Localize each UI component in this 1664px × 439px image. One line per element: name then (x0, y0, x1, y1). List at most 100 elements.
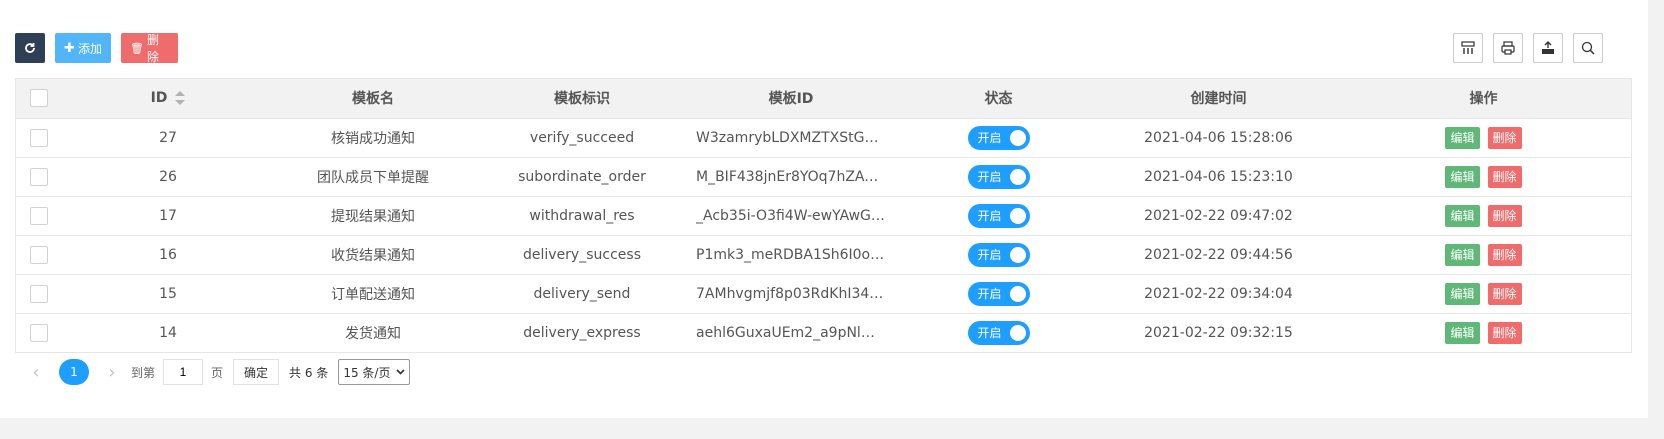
edit-button[interactable]: 编辑 (1445, 165, 1480, 188)
trash-icon: 🗑 (130, 41, 144, 55)
cell-key: delivery_success (478, 235, 686, 275)
cell-template-id: P1mk3_meRDBA1Sh6I0oM... (686, 235, 896, 275)
refresh-button[interactable] (15, 33, 45, 63)
status-toggle-label: 开启 (977, 170, 1002, 184)
cell-name: 收货结果通知 (268, 235, 478, 275)
status-toggle[interactable]: 开启 (967, 125, 1030, 150)
columns-filter-button[interactable] (1453, 33, 1483, 63)
status-toggle-label: 开启 (977, 326, 1002, 341)
cell-name: 团队成员下单提醒 (268, 157, 478, 197)
table-header-row: ID 模板名 模板标识 模板ID 状态 创建时间 操作 (16, 79, 1631, 119)
status-toggle[interactable]: 开启 (967, 164, 1030, 189)
row-checkbox[interactable] (30, 206, 48, 225)
status-toggle-label: 开启 (977, 287, 1002, 301)
cell-id: 14 (159, 324, 177, 341)
cell-actions: 编辑 删除 (1336, 313, 1631, 352)
page-unit-label: 页 (211, 365, 224, 380)
export-button[interactable] (1533, 33, 1563, 63)
edit-button[interactable]: 编辑 (1445, 321, 1480, 344)
edit-button[interactable]: 编辑 (1445, 126, 1480, 149)
plus-icon: ✚ (64, 40, 75, 56)
search-button[interactable] (1573, 33, 1603, 63)
cell-created: 2021-02-22 09:44:56 (1101, 235, 1336, 275)
prev-page-icon[interactable]: ‹ (25, 362, 47, 383)
cell-status: 开启 (896, 118, 1101, 158)
cell-id: 15 (68, 274, 268, 314)
edit-button[interactable]: 编辑 (1445, 204, 1480, 227)
goto-confirm-button[interactable]: 确定 (233, 359, 280, 385)
row-checkbox[interactable] (30, 245, 48, 264)
row-delete-button[interactable]: 删除 (1487, 282, 1522, 305)
goto-page-input[interactable] (163, 359, 204, 385)
select-all-checkbox[interactable] (30, 89, 48, 108)
toggle-knob (1009, 207, 1026, 224)
page-size-select[interactable]: 15 条/页 (338, 359, 411, 385)
row-select-cell (16, 313, 68, 352)
row-checkbox[interactable] (30, 128, 48, 147)
table-tools (1453, 33, 1603, 63)
cell-status: 开启 (896, 235, 1101, 275)
cell-key: delivery_send (478, 274, 686, 314)
row-select-cell (16, 235, 68, 275)
status-toggle-label: 开启 (977, 209, 1002, 223)
table-row: 14 发货通知 delivery_express aehl6GuxaUEm2_a… (16, 313, 1631, 352)
cell-name: 发货通知 (345, 325, 401, 342)
row-checkbox[interactable] (30, 284, 48, 303)
main-panel: ✚ 添加 🗑 删除 ID 模板名 模板标识 模板ID 状态 创建时间 操作 27… (0, 0, 1648, 418)
cell-actions: 编辑 删除 (1336, 196, 1631, 236)
status-toggle-label: 开启 (977, 131, 1002, 145)
cell-id: 17 (68, 196, 268, 236)
cell-status: 开启 (896, 157, 1101, 197)
cell-id: 16 (68, 235, 268, 275)
status-toggle-label: 开启 (977, 248, 1002, 262)
cell-actions: 编辑 删除 (1336, 274, 1631, 314)
print-button[interactable] (1493, 33, 1523, 63)
toggle-knob (1009, 285, 1026, 302)
template-id-text: P1mk3_meRDBA1Sh6I0oM... (696, 246, 886, 263)
status-toggle[interactable]: 开启 (967, 320, 1030, 345)
row-delete-button[interactable]: 删除 (1487, 243, 1522, 266)
refresh-icon (25, 43, 35, 53)
page-size-value: 15 条/页 (343, 365, 391, 380)
table-row: 27 核销成功通知 verify_succeed W3zamrybLDXMZTX… (16, 118, 1631, 158)
cell-created: 2021-04-06 15:23:10 (1101, 157, 1336, 197)
status-toggle[interactable]: 开启 (967, 281, 1030, 306)
cell-key: delivery_express (523, 324, 641, 341)
cell-name: 订单配送通知 (268, 274, 478, 314)
row-delete-button[interactable]: 删除 (1487, 165, 1522, 188)
row-select-cell (16, 157, 68, 197)
header-key: 模板标识 (478, 79, 686, 119)
next-page-icon[interactable]: › (101, 362, 123, 383)
print-icon (1501, 41, 1515, 55)
row-delete-button[interactable]: 删除 (1487, 204, 1522, 227)
cell-created: 2021-02-22 09:47:02 (1101, 196, 1336, 236)
current-page[interactable]: 1 (59, 359, 89, 385)
table-row: 26 团队成员下单提醒 subordinate_order M_BIF438jn… (16, 157, 1631, 197)
row-delete-button[interactable]: 删除 (1487, 321, 1522, 344)
cell-name: 提现结果通知 (268, 196, 478, 236)
search-icon (1581, 41, 1595, 55)
template-id-text: aehl6GuxaUEm2_a9pNlmS... (696, 324, 886, 341)
header-id[interactable]: ID (68, 79, 268, 119)
edit-button[interactable]: 编辑 (1445, 243, 1480, 266)
goto-label: 到第 (131, 365, 156, 380)
status-toggle[interactable]: 开启 (967, 242, 1030, 267)
status-toggle[interactable]: 开启 (967, 203, 1030, 228)
edit-button[interactable]: 编辑 (1445, 282, 1480, 305)
delete-button[interactable]: 🗑 删除 (121, 33, 178, 64)
toolbar: ✚ 添加 🗑 删除 (15, 33, 178, 64)
toggle-knob (1009, 324, 1026, 341)
add-button[interactable]: ✚ 添加 (55, 33, 111, 63)
cell-template-id: 7AMhvgmjf8p03RdKhI34Qv... (686, 274, 896, 314)
cell-name: 核销成功通知 (268, 118, 478, 158)
row-checkbox[interactable] (30, 323, 48, 342)
row-delete-button[interactable]: 删除 (1487, 126, 1522, 149)
cell-template-id: M_BIF438jnEr8YOq7hZAO... (686, 157, 896, 197)
cell-actions: 编辑 删除 (1336, 118, 1631, 158)
cell-template-id: aehl6GuxaUEm2_a9pNlmS... (686, 313, 896, 352)
sort-icon[interactable] (175, 91, 186, 106)
cell-template-id: W3zamrybLDXMZTXStGUx... (686, 118, 896, 158)
header-id-label: ID (150, 90, 168, 107)
row-checkbox[interactable] (30, 167, 48, 186)
cell-key: verify_succeed (478, 118, 686, 158)
